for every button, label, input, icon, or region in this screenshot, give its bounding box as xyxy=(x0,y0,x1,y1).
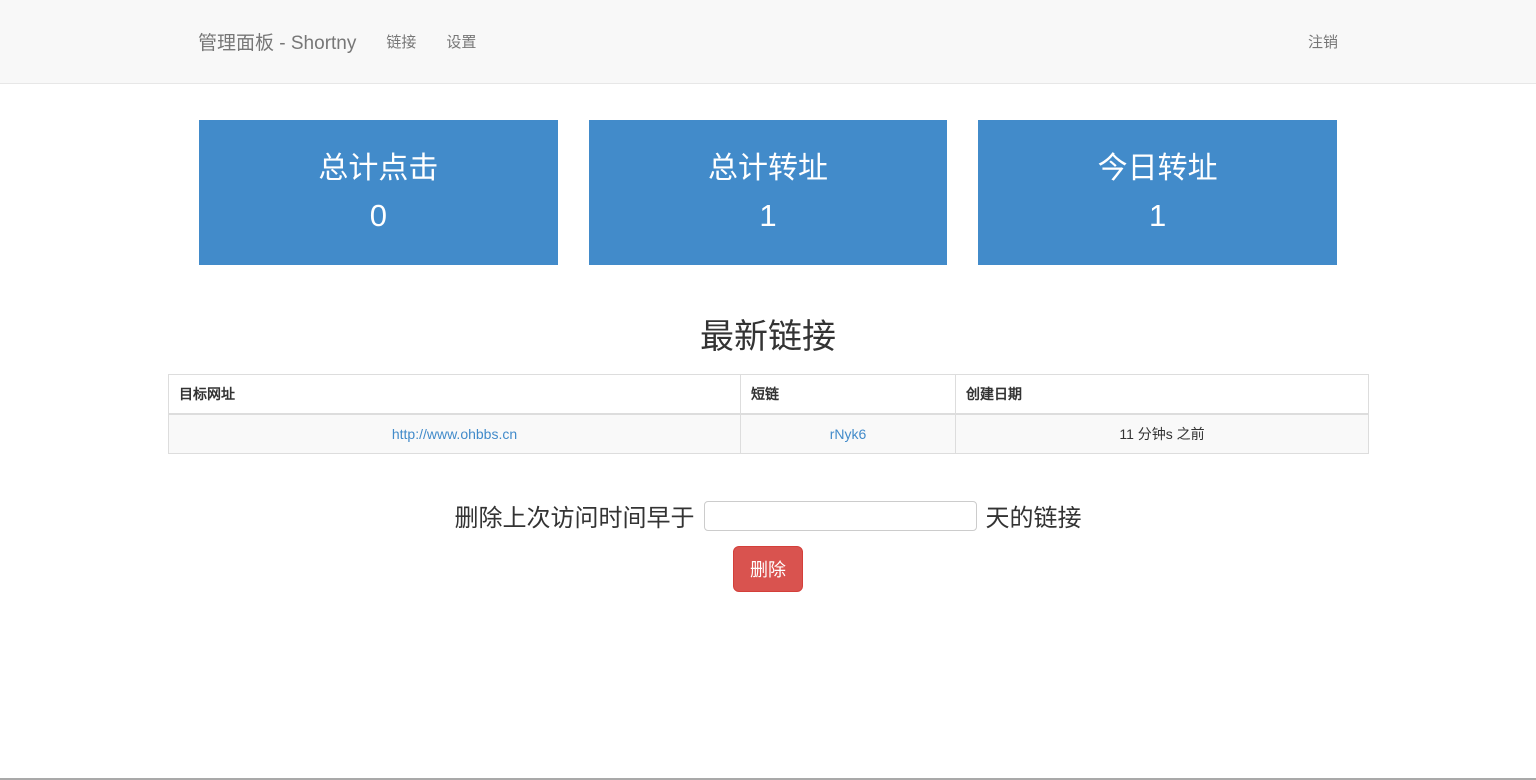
stat-card-total-clicks: 总计点击 0 xyxy=(199,120,558,265)
delete-form-line: 删除上次访问时间早于 天的链接 xyxy=(168,498,1368,533)
stat-title: 今日转址 xyxy=(978,149,1337,188)
table-header-row: 目标网址 短链 创建日期 xyxy=(169,375,1369,415)
stat-value: 1 xyxy=(589,200,948,231)
navbar: 管理面板 - Shortny 链接 设置 注销 xyxy=(0,0,1536,84)
delete-label-before: 删除上次访问时间早于 xyxy=(455,498,695,533)
delete-button[interactable]: 删除 xyxy=(733,546,803,592)
stat-value: 0 xyxy=(199,200,558,231)
nav-item-logout[interactable]: 注销 xyxy=(1308,31,1338,52)
delete-old-links-form: 删除上次访问时间早于 天的链接 删除 xyxy=(168,498,1368,592)
stat-title: 总计转址 xyxy=(589,149,948,188)
column-header-created-date: 创建日期 xyxy=(956,375,1369,415)
cell-target-url: http://www.ohbbs.cn xyxy=(169,414,741,454)
nav-item-links[interactable]: 链接 xyxy=(386,31,416,52)
stat-card-total-redirects: 总计转址 1 xyxy=(589,120,948,265)
cell-short-code: rNyk6 xyxy=(741,414,956,454)
latest-links-table: 目标网址 短链 创建日期 http://www.ohbbs.cn rNyk6 1… xyxy=(168,374,1369,454)
navbar-inner: 管理面板 - Shortny 链接 设置 注销 xyxy=(168,0,1368,83)
navbar-brand[interactable]: 管理面板 - Shortny xyxy=(198,28,356,55)
stat-card-today-redirects: 今日转址 1 xyxy=(978,120,1337,265)
table-row: http://www.ohbbs.cn rNyk6 11 分钟s 之前 xyxy=(169,414,1369,454)
page: 管理面板 - Shortny 链接 设置 注销 总计点击 0 总计转址 1 今日… xyxy=(0,0,1536,780)
latest-links-title: 最新链接 xyxy=(168,309,1368,358)
nav-item-settings[interactable]: 设置 xyxy=(446,31,476,52)
stat-value: 1 xyxy=(978,200,1337,231)
stats-row: 总计点击 0 总计转址 1 今日转址 1 xyxy=(168,120,1368,265)
days-input[interactable] xyxy=(704,501,977,531)
short-code-link[interactable]: rNyk6 xyxy=(830,426,867,442)
stat-title: 总计点击 xyxy=(199,149,558,188)
target-url-link[interactable]: http://www.ohbbs.cn xyxy=(392,426,517,442)
delete-label-after: 天的链接 xyxy=(986,498,1082,533)
column-header-target-url: 目标网址 xyxy=(169,375,741,415)
cell-created-date: 11 分钟s 之前 xyxy=(956,414,1369,454)
main-content: 总计点击 0 总计转址 1 今日转址 1 最新链接 目标网址 短链 创建日期 xyxy=(168,120,1368,592)
column-header-short-link: 短链 xyxy=(741,375,956,415)
